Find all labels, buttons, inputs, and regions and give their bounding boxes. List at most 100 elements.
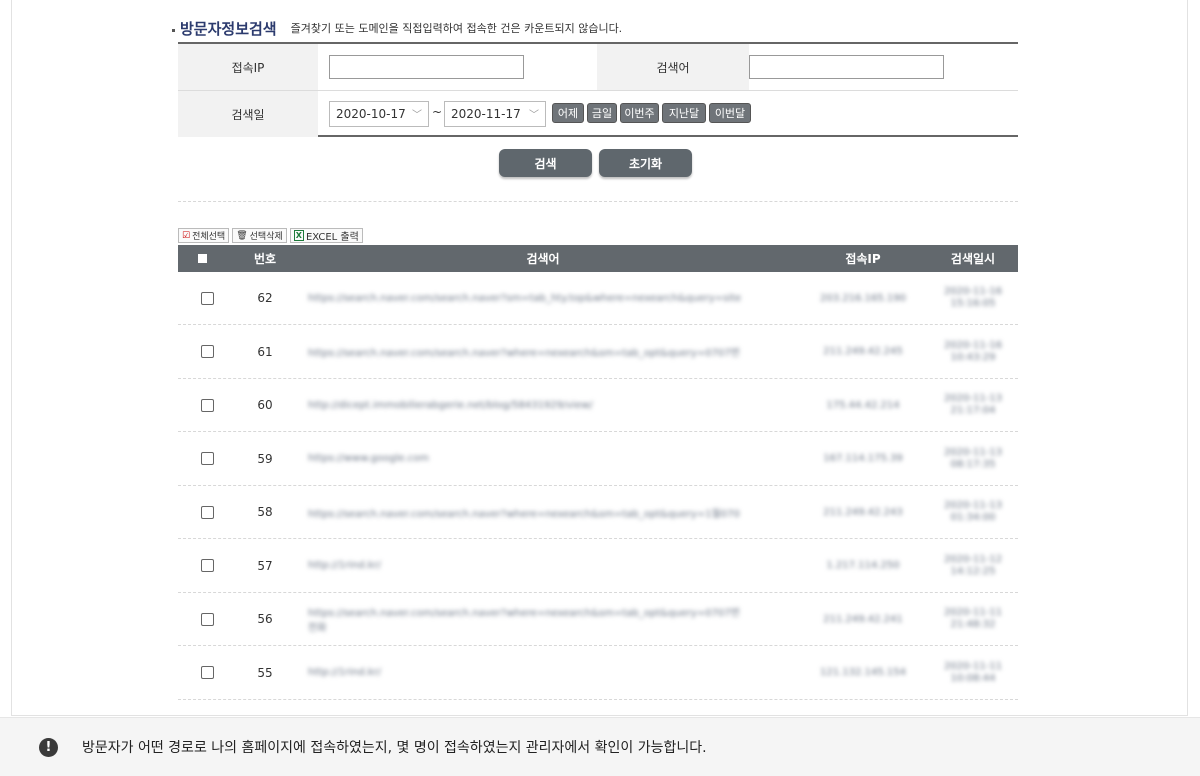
table-row: 55 http://1rind.kr/121.132.145.154 2020-11… xyxy=(178,647,1018,700)
date-from-select[interactable]: 2020-10-17 ﹀ xyxy=(329,101,429,127)
ip-input[interactable] xyxy=(329,55,524,79)
row-datetime: 2020-11-13 21:17:04 xyxy=(928,379,1018,431)
header-ip: 접속IP xyxy=(845,252,881,266)
footer-text: 방문자가 어떤 경로로 나의 홈페이지에 접속하였는지, 몇 명이 접속하였는지… xyxy=(82,740,707,756)
delete-selected-button[interactable]: 🗑 선택삭제 xyxy=(232,228,287,243)
row-datetime: 2020-11-11 10:08:44 xyxy=(928,647,1018,699)
row-checkbox[interactable] xyxy=(201,326,214,378)
row-date: 2020-11-11 xyxy=(943,660,1003,672)
date-from-value: 2020-10-17 xyxy=(336,107,406,121)
reset-button[interactable]: 초기화 xyxy=(599,149,692,177)
row-ip: 211.249.42.245 xyxy=(823,346,903,357)
info-footer: ! 방문자가 어떤 경로로 나의 홈페이지에 접속하였는지, 몇 명이 접속하였… xyxy=(0,717,1200,776)
row-time: 10:43:29 xyxy=(950,351,996,363)
row-keyword[interactable]: http://dicept.immobilierabgerie.net/blog… xyxy=(308,379,788,431)
row-time: 14:12:25 xyxy=(950,565,996,577)
checkbox-icon xyxy=(201,452,214,465)
row-number: 61 xyxy=(257,344,273,359)
row-keyword[interactable]: http://1rind.kr/ xyxy=(308,647,788,699)
row-ip: 1.217.114.250 xyxy=(826,560,900,571)
row-checkbox[interactable] xyxy=(201,540,214,592)
row-datetime: 2020-11-12 14:12:25 xyxy=(928,540,1018,592)
row-date: 2020-11-12 xyxy=(943,553,1003,565)
excel-export-button[interactable]: X EXCEL 출력 xyxy=(289,228,363,243)
search-form: 접속IP 검색어 검색일 2020-10-17 ﹀ ~ 2020-11-17 ﹀… xyxy=(178,42,1018,137)
row-number: 55 xyxy=(257,665,273,680)
search-title-row: 방문자정보검색 즐겨찾기 또는 도메인을 직접입력하여 접속한 건은 카운트되지… xyxy=(172,16,622,40)
row-keyword[interactable]: https://www.google.com xyxy=(308,433,788,485)
row-datetime: 2020-11-16 10:43:29 xyxy=(928,326,1018,378)
row-checkbox[interactable] xyxy=(201,647,214,699)
row-number: 60 xyxy=(257,398,273,412)
table-row: 61 https://search.naver.com/search.naver?… xyxy=(178,326,1018,379)
row-keyword[interactable]: http://1rind.kr/ xyxy=(308,540,788,592)
row-time: 21:48:32 xyxy=(950,619,996,630)
keyword-input[interactable] xyxy=(749,55,944,79)
row-date: 2020-11-13 xyxy=(943,500,1003,511)
row-ip: 211.249.42.241 xyxy=(823,613,903,625)
trash-icon: 🗑 xyxy=(236,230,248,241)
row-keyword-text: https://search.naver.com/search.naver?sm… xyxy=(308,292,742,304)
bullet-icon xyxy=(172,28,175,32)
divider xyxy=(178,201,1018,202)
row-time: 21:17:04 xyxy=(950,405,996,416)
search-description: 즐겨찾기 또는 도메인을 직접입력하여 접속한 건은 카운트되지 않습니다. xyxy=(290,22,623,35)
this-week-button[interactable]: 이번주 xyxy=(620,103,659,123)
date-to-value: 2020-11-17 xyxy=(451,107,521,121)
row-checkbox[interactable] xyxy=(201,433,214,485)
row-keyword-text: https://search.naver.com/search.naver?wh… xyxy=(308,348,740,359)
table-row: 62 https://search.naver.com/search.naver?… xyxy=(178,272,1018,325)
checkbox-icon xyxy=(201,505,214,519)
checkbox-icon xyxy=(201,666,214,679)
row-date: 2020-11-16 xyxy=(943,286,1003,297)
row-datetime: 2020-11-13 08:17:35 xyxy=(928,433,1018,485)
date-to-select[interactable]: 2020-11-17 ﹀ xyxy=(444,101,546,127)
row-keyword-text: https://search.naver.com/search.naver?wh… xyxy=(308,608,740,619)
ip-label: 접속IP xyxy=(178,44,318,90)
row-date: 2020-11-11 xyxy=(943,607,1003,618)
row-checkbox[interactable] xyxy=(201,379,214,431)
excel-export-label: EXCEL 출력 xyxy=(305,232,359,243)
chevron-down-icon: ﹀ xyxy=(529,110,539,121)
row-datetime: 2020-11-16 15:16:05 xyxy=(928,272,1018,324)
row-date: 2020-11-16 xyxy=(943,339,1003,351)
row-keyword-text: https://www.google.com xyxy=(308,453,430,464)
keyword-label: 검색어 xyxy=(597,44,749,90)
row-number: 62 xyxy=(257,291,273,305)
table-header: 번호 검색어 접속IP 검색일시 xyxy=(178,245,1018,272)
checkbox-icon xyxy=(201,345,214,358)
row-ip: 167.114.175.39 xyxy=(823,453,903,464)
row-checkbox[interactable] xyxy=(201,593,214,645)
row-number: 57 xyxy=(257,558,273,573)
this-month-button[interactable]: 이번달 xyxy=(709,103,751,123)
today-button[interactable]: 금일 xyxy=(587,103,617,123)
checkbox-icon xyxy=(201,559,214,572)
row-ip: 121.132.145.154 xyxy=(820,667,906,678)
header-select-all-checkbox[interactable] xyxy=(198,245,207,272)
row-ip: 211.249.42.243 xyxy=(823,506,903,518)
checkbox-icon xyxy=(201,291,214,305)
exclamation-icon: ! xyxy=(39,737,58,757)
table-row: 60 http://dicept.immobilierabgerie.net/bl… xyxy=(178,379,1018,432)
row-ip: 175.44.42.214 xyxy=(826,399,900,411)
row-keyword[interactable]: https://search.naver.com/search.naver?wh… xyxy=(308,326,788,378)
row-keyword[interactable]: https://search.naver.com/search.naver?wh… xyxy=(308,486,788,538)
checkbox-icon xyxy=(201,612,214,626)
yesterday-button[interactable]: 어제 xyxy=(552,103,584,123)
row-datetime: 2020-11-13 01:34:00 xyxy=(928,486,1018,538)
row-keyword[interactable]: https://search.naver.com/search.naver?wh… xyxy=(308,593,788,645)
search-row-ip-keyword: 접속IP 검색어 xyxy=(178,44,1018,91)
last-month-button[interactable]: 지난달 xyxy=(662,103,706,123)
row-datetime: 2020-11-11 21:48:32 xyxy=(928,593,1018,645)
row-keyword-text: http://dicept.immobilierabgerie.net/blog… xyxy=(308,399,593,411)
select-all-button[interactable]: ☑ 전체선택 xyxy=(178,228,230,243)
row-keyword[interactable]: https://search.naver.com/search.naver?sm… xyxy=(308,272,788,324)
row-keyword-text: https://search.naver.com/search.naver?wh… xyxy=(308,508,740,520)
row-checkbox[interactable] xyxy=(201,486,214,538)
search-button[interactable]: 검색 xyxy=(499,149,592,177)
row-keyword-text-2: 전화 xyxy=(308,623,327,634)
checkbox-icon xyxy=(198,254,207,263)
checkbox-icon xyxy=(201,398,214,412)
row-number: 56 xyxy=(257,612,273,626)
row-checkbox[interactable] xyxy=(201,272,214,324)
